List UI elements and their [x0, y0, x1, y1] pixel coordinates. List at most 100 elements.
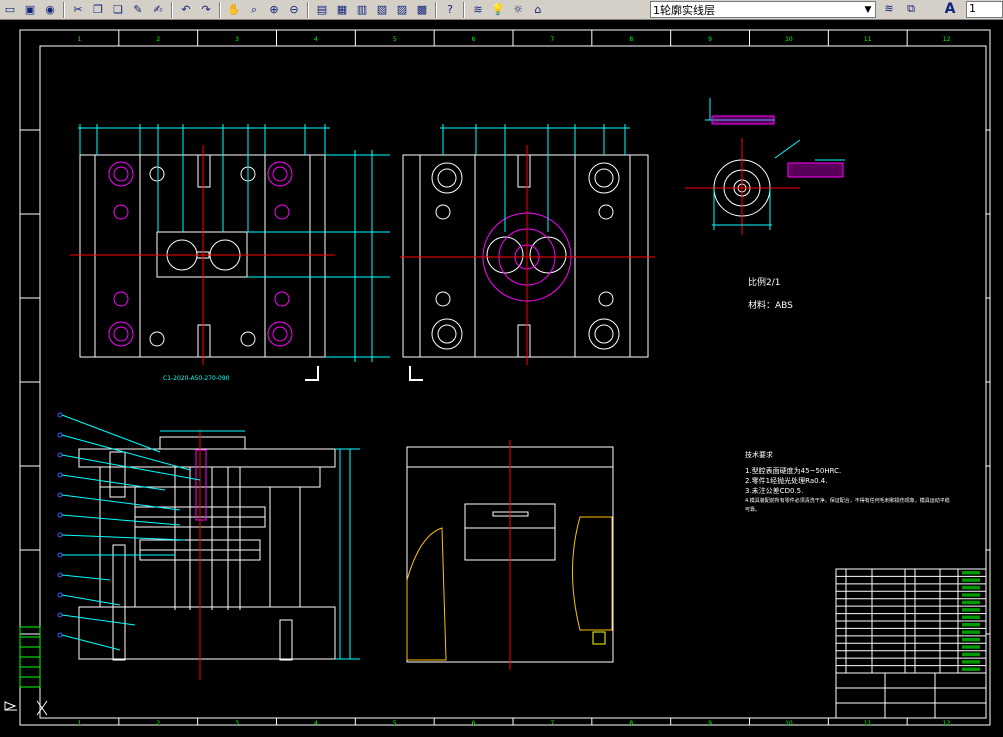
layer-on-icon[interactable]: 💡	[489, 1, 507, 18]
frame-column-label: 11	[864, 36, 872, 43]
frame-column-label: 7	[551, 720, 555, 727]
text-style-input[interactable]: 1	[966, 1, 1003, 18]
markup-icon[interactable]: ▨	[393, 1, 411, 18]
properties-icon[interactable]: ▤	[313, 1, 331, 18]
frame-column-label: 6	[472, 720, 476, 727]
toolbar-separator	[171, 1, 173, 18]
tech-title: 技术要求	[745, 450, 773, 459]
material-text: 材料：ABS	[748, 299, 793, 311]
balloon-leader	[61, 614, 136, 626]
text-style-icon[interactable]: A	[940, 1, 960, 18]
layer-freeze-icon[interactable]: ☼	[509, 1, 527, 18]
pan-icon[interactable]: ✋	[225, 1, 243, 18]
copy-icon[interactable]: ❐	[89, 1, 107, 18]
drawing-canvas[interactable]: 1 1 2 2 3 3 4 4 5 5 6 6 7 7 8 8 9 9 10 10 11 11 12 12	[0, 20, 1003, 733]
frame-column-label: 1	[78, 36, 82, 43]
parts-list-cell-text	[962, 652, 980, 657]
zoom-realtime-icon[interactable]: ⌕	[245, 1, 263, 18]
frame-column-label: 2	[156, 36, 160, 43]
balloon-leader	[61, 634, 121, 651]
part-detail-view	[685, 98, 845, 235]
frame-column-label: 6	[472, 36, 476, 43]
frame-column-label: 8	[629, 720, 633, 727]
title-block	[835, 672, 987, 719]
block-editor-icon[interactable]: ✍	[149, 1, 167, 18]
parts-list-cell-text	[962, 585, 980, 590]
open-icon[interactable]: ▭	[1, 1, 19, 18]
redo-icon[interactable]: ↷	[197, 1, 215, 18]
zoom-window-icon[interactable]: ⊕	[265, 1, 283, 18]
calculator-icon[interactable]: ▩	[413, 1, 431, 18]
balloon-leader	[61, 434, 191, 471]
match-properties-icon[interactable]: ✎	[129, 1, 147, 18]
cad-drawing: 112233445566778899101011111212 C1-2020-A…	[4, 29, 991, 727]
plot-icon[interactable]: ◉	[41, 1, 59, 18]
sprue-bushing-section	[195, 449, 207, 521]
layer-make-current-icon[interactable]: ≋	[880, 2, 898, 18]
frame-column-label: 3	[235, 36, 239, 43]
design-center-icon[interactable]: ▦	[333, 1, 351, 18]
parts-list-cell-text	[962, 615, 980, 619]
balloon-marker	[57, 492, 63, 498]
parts-list-cell-text	[962, 571, 980, 575]
paste-icon[interactable]: ❏	[109, 1, 127, 18]
help-icon[interactable]: ?	[441, 1, 459, 18]
balloon-marker	[57, 612, 63, 618]
chevron-down-icon[interactable]: ▼	[861, 5, 875, 15]
inner-border	[39, 45, 987, 719]
balloon-marker	[57, 472, 63, 478]
balloon-leader	[61, 594, 121, 606]
parts-list-cell-text	[962, 593, 980, 597]
frame-column-label: 8	[629, 36, 633, 43]
left-revision-block	[19, 626, 41, 688]
ejector-pins	[174, 467, 241, 610]
parts-list-cell-text	[962, 600, 980, 605]
parts-list-table	[835, 568, 987, 674]
parts-list-cell-text	[962, 645, 980, 649]
toolbar-separator	[307, 1, 309, 18]
tech-line-1: 1.型腔表面硬度为45~50HRC.	[745, 466, 841, 475]
balloon-marker	[57, 592, 63, 598]
layer-lock-icon[interactable]: ⌂	[529, 1, 547, 18]
balloon-marker	[57, 632, 63, 638]
sheet-set-icon[interactable]: ▧	[373, 1, 391, 18]
frame-column-label: 11	[864, 720, 872, 727]
balloon-marker	[57, 532, 63, 538]
toolbar-separator	[463, 1, 465, 18]
balloon-marker	[57, 412, 63, 418]
balloon-marker	[57, 432, 63, 438]
tech-line-3: 3.未注公差CD0.5.	[745, 486, 803, 495]
tech-line-5: 可靠。	[745, 506, 760, 513]
parts-list-cell-text	[962, 660, 980, 664]
technical-requirements: 技术要求 1.型腔表面硬度为45~50HRC. 2.零件1经抛光处理Ra0.4.…	[745, 450, 950, 513]
balloon-leader	[61, 574, 111, 581]
frame-column-label: 10	[785, 720, 793, 727]
fixed-plate-view	[402, 154, 649, 358]
parts-list-cell-text	[962, 667, 980, 671]
section-label: C1-2020-A50-270-090	[163, 375, 230, 382]
zoom-previous-icon[interactable]: ⊖	[285, 1, 303, 18]
undo-icon[interactable]: ↶	[177, 1, 195, 18]
frame-column-label: 12	[943, 36, 951, 43]
parts-list-cell-text	[962, 637, 980, 642]
frame-column-label: 4	[314, 36, 318, 43]
frame-column-label: 1	[78, 720, 82, 727]
layer-previous-icon[interactable]: ⧉	[902, 2, 920, 18]
side-section-detail	[592, 631, 606, 645]
frame-column-label: 2	[156, 720, 160, 727]
parts-list-cell-text	[962, 623, 980, 627]
cut-icon[interactable]: ✂	[69, 1, 87, 18]
balloon-marker	[57, 452, 63, 458]
standard-toolbar: ▭ ▣ ◉ ✂ ❐ ❏ ✎ ✍ ↶ ↷ ✋ ⌕ ⊕ ⊖ ▤ ▦ ▥ ▧ ▨ ▩? ≋ 💡 ☼ ⌂ 1轮廓实线层 ▼ ≋ ⧉ A…	[0, 0, 1003, 20]
frame-column-label: 3	[235, 720, 239, 727]
layer-manager-icon[interactable]: ≋	[469, 1, 487, 18]
tool-palettes-icon[interactable]: ▥	[353, 1, 371, 18]
layer-dropdown[interactable]: 1轮廓实线层 ▼	[650, 1, 876, 18]
parts-list-cell-text	[962, 608, 980, 612]
frame-column-label: 5	[393, 36, 397, 43]
save-icon[interactable]: ▣	[21, 1, 39, 18]
balloon-marker	[57, 572, 63, 578]
balloon-leader	[61, 534, 186, 541]
parts-list-cell-text	[962, 578, 980, 582]
balloon-leader	[61, 414, 161, 453]
